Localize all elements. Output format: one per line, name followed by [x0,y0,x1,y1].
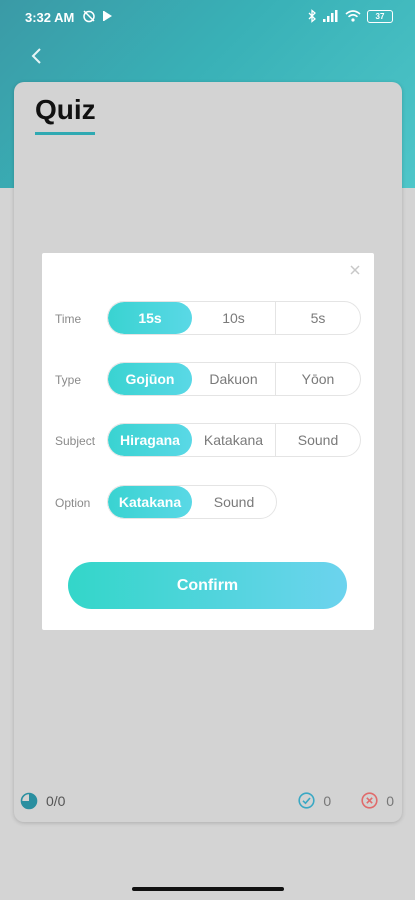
time-option-5s[interactable]: 5s [276,302,360,334]
subject-label: Subject [55,434,96,448]
chevron-left-icon [31,48,41,64]
time-selector: 15s 10s 5s [107,301,361,335]
progress-indicator: 0/0 [20,792,65,810]
type-option-gojuon[interactable]: Gojūon [108,363,192,395]
option-option-katakana[interactable]: Katakana [108,486,192,518]
progress-text: 0/0 [46,793,66,809]
signal-icon [323,10,338,22]
close-button[interactable] [348,263,362,277]
correct-count: 0 [323,792,332,809]
back-button[interactable] [26,44,50,68]
time-option-10s[interactable]: 10s [192,302,276,334]
wrong-count: 0 [386,792,394,809]
type-option-yoon[interactable]: Yōon [276,363,360,395]
status-time: 3:32 AM [25,10,75,25]
alarm-off-icon [83,10,95,23]
option-label: Option [55,496,91,510]
battery-icon: 37 [367,9,393,23]
quiz-settings-dialog: Time 15s 10s 5s Type Gojūon Dakuon Yōon … [42,253,374,630]
type-label: Type [55,373,82,387]
title-underline [35,132,95,135]
play-store-icon [103,11,112,21]
close-icon [350,265,360,275]
type-selector: Gojūon Dakuon Yōon [107,362,361,396]
type-option-dakuon[interactable]: Dakuon [192,363,276,395]
subject-selector: Hiragana Katakana Sound [107,423,361,457]
wrong-counter: 0 [361,792,394,809]
pie-progress-icon [20,792,38,810]
subject-option-hiragana[interactable]: Hiragana [108,424,192,456]
correct-counter: 0 [298,792,331,809]
option-option-sound[interactable]: Sound [192,486,276,518]
check-circle-icon [298,792,316,809]
subject-option-katakana[interactable]: Katakana [192,424,276,456]
home-indicator[interactable] [132,887,284,891]
bluetooth-icon [308,9,316,23]
status-bar: 3:32 AM 37 [0,0,415,36]
x-circle-icon [361,792,378,809]
subject-option-sound[interactable]: Sound [276,424,360,456]
option-selector: Katakana Sound [107,485,277,519]
confirm-button[interactable]: Confirm [68,562,347,609]
wifi-icon [345,10,361,22]
time-option-15s[interactable]: 15s [108,302,192,334]
page-title: Quiz [35,94,96,125]
time-label: Time [55,312,82,326]
